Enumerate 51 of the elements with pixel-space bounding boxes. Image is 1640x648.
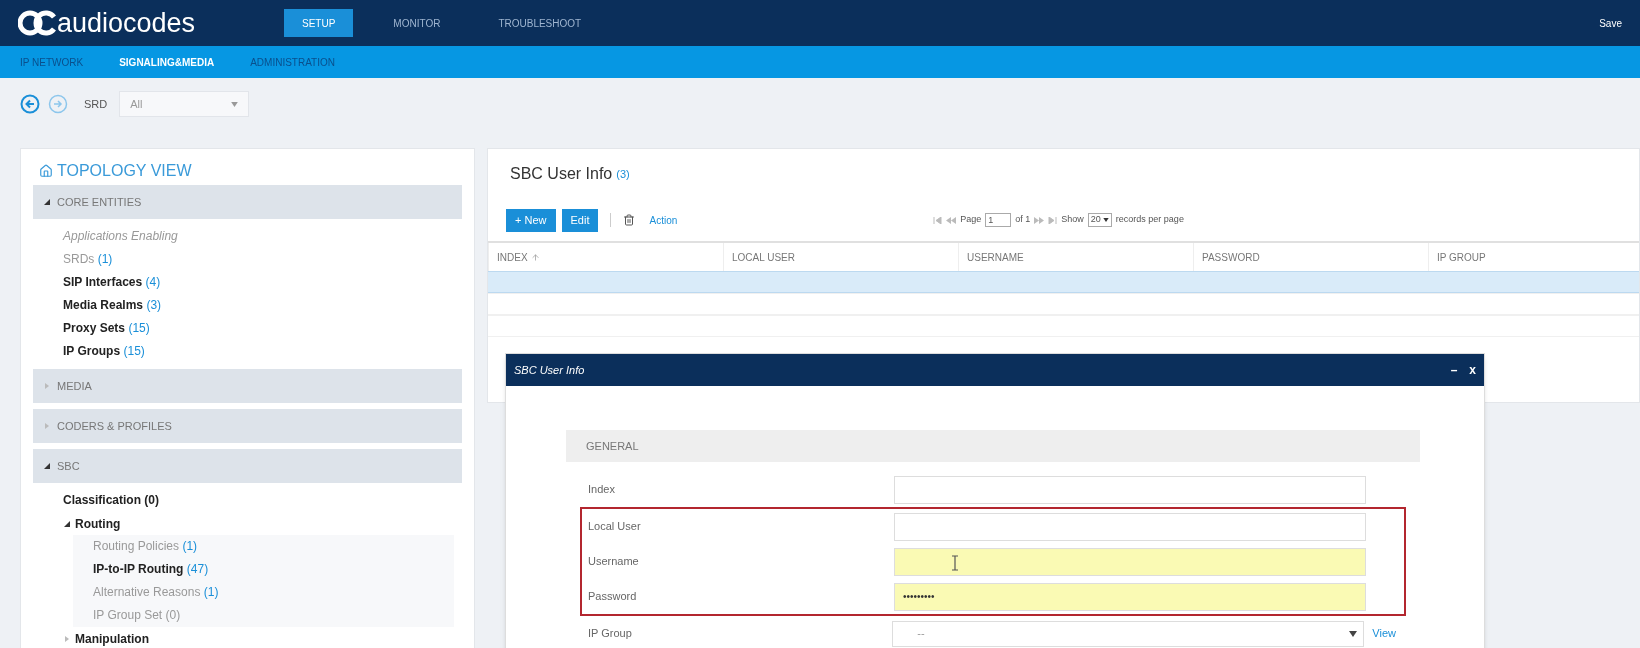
- field-label: IP Group: [587, 626, 633, 642]
- panel-title: TOPOLOGY VIEW: [57, 161, 192, 181]
- section-header[interactable]: CODERS & PROFILES: [33, 409, 462, 443]
- save-button[interactable]: Save: [1599, 15, 1622, 31]
- srd-label: SRD: [84, 96, 108, 112]
- tree-item[interactable]: Media Realms (3): [63, 294, 462, 317]
- tree-folder[interactable]: Routing: [75, 514, 121, 533]
- close-button[interactable]: x: [1469, 361, 1476, 379]
- action-button[interactable]: Action: [649, 212, 678, 228]
- nav-tab[interactable]: TROUBLESHOOT: [480, 9, 600, 37]
- page-total: of 1: [1015, 213, 1031, 227]
- page-input[interactable]: 1: [985, 213, 1012, 227]
- field-label: Index: [587, 482, 616, 498]
- tree-item[interactable]: Proxy Sets (15): [63, 317, 462, 340]
- input-field[interactable]: •••••••••: [894, 582, 1366, 611]
- section-header[interactable]: SBC: [33, 449, 462, 483]
- tree-item[interactable]: IP Groups (15): [63, 340, 462, 363]
- srd-select[interactable]: All: [119, 91, 250, 117]
- field-label: Username: [587, 554, 640, 570]
- dialog-title: SBC User Info: [514, 362, 585, 378]
- section-header: GENERAL: [566, 430, 1420, 462]
- show-label: Show: [1061, 213, 1084, 227]
- field-label: Local User: [587, 519, 642, 535]
- toolbar-button[interactable]: + New: [506, 208, 556, 232]
- section-header[interactable]: MEDIA: [33, 369, 462, 403]
- tree-item[interactable]: Classification (0): [63, 489, 462, 512]
- sub-nav-tab[interactable]: IP NETWORK: [20, 54, 84, 70]
- tree-item[interactable]: Alternative Reasons (1): [93, 581, 454, 604]
- per-page-label: records per page: [1115, 213, 1184, 227]
- field-label: Password: [587, 589, 638, 605]
- page-title: SBC User Info: [510, 164, 613, 184]
- ip-group-select[interactable]: --: [892, 620, 1365, 647]
- sub-nav-tab[interactable]: SIGNALING&MEDIA: [119, 54, 215, 70]
- record-count: (3): [616, 166, 630, 182]
- tree-item[interactable]: IP-to-IP Routing (47): [93, 558, 454, 581]
- tree-item[interactable]: Applications Enabling: [63, 225, 462, 248]
- tree-item[interactable]: Routing Policies (1): [93, 535, 454, 558]
- tree-item[interactable]: SRDs (1): [63, 248, 462, 271]
- minimize-button[interactable]: –: [1450, 361, 1458, 379]
- nav-tab[interactable]: MONITOR: [375, 9, 459, 37]
- page-label: Page: [960, 213, 982, 227]
- sub-nav-tab[interactable]: ADMINISTRATION: [250, 54, 335, 70]
- per-page-select[interactable]: 20: [1087, 213, 1112, 227]
- section-header[interactable]: CORE ENTITIES: [33, 185, 462, 219]
- nav-tab[interactable]: SETUP: [284, 9, 354, 37]
- logo-text: audiocodes: [57, 9, 196, 37]
- toolbar-button[interactable]: Edit: [561, 208, 599, 232]
- tree-item[interactable]: SIP Interfaces (4): [63, 271, 462, 294]
- tree-folder[interactable]: Manipulation: [75, 629, 149, 648]
- view-link[interactable]: View: [1372, 625, 1396, 642]
- tree-item[interactable]: IP Group Set (0): [93, 604, 454, 627]
